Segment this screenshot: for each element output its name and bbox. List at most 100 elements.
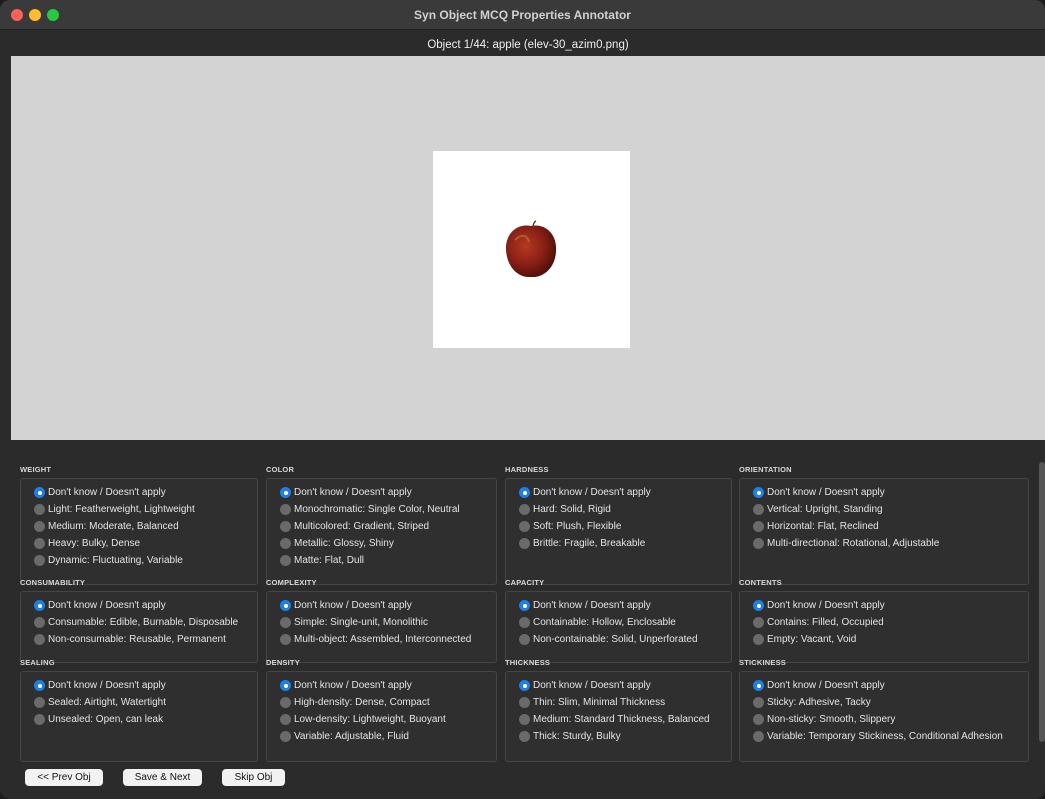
radio-selected-icon[interactable]	[34, 680, 45, 691]
skip-object-button[interactable]: Skip Obj	[222, 769, 285, 786]
radio-option[interactable]: Multi-object: Assembled, Interconnected	[280, 631, 490, 648]
radio-selected-icon[interactable]	[280, 600, 291, 611]
radio-option[interactable]: Thick: Sturdy, Bulky	[519, 728, 725, 745]
radio-unselected-icon[interactable]	[753, 504, 764, 515]
image-viewer	[11, 56, 1045, 440]
radio-option[interactable]: Brittle: Fragile, Breakable	[519, 535, 725, 552]
radio-option[interactable]: Sealed: Airtight, Watertight	[34, 694, 251, 711]
radio-option[interactable]: Don't know / Doesn't apply	[753, 597, 1022, 614]
radio-selected-icon[interactable]	[753, 680, 764, 691]
radio-selected-icon[interactable]	[753, 600, 764, 611]
radio-option[interactable]: Empty: Vacant, Void	[753, 631, 1022, 648]
radio-option[interactable]: Sticky: Adhesive, Tacky	[753, 694, 1022, 711]
radio-unselected-icon[interactable]	[34, 521, 45, 532]
radio-unselected-icon[interactable]	[519, 538, 530, 549]
radio-option[interactable]: Soft: Plush, Flexible	[519, 518, 725, 535]
radio-option[interactable]: Non-containable: Solid, Unperforated	[519, 631, 725, 648]
radio-unselected-icon[interactable]	[753, 617, 764, 628]
radio-option[interactable]: Don't know / Doesn't apply	[519, 677, 725, 694]
radio-unselected-icon[interactable]	[519, 617, 530, 628]
radio-unselected-icon[interactable]	[280, 697, 291, 708]
radio-unselected-icon[interactable]	[34, 714, 45, 725]
radio-option[interactable]: Consumable: Edible, Burnable, Disposable	[34, 614, 251, 631]
radio-unselected-icon[interactable]	[34, 538, 45, 549]
radio-option[interactable]: Contains: Filled, Occupied	[753, 614, 1022, 631]
radio-option[interactable]: Don't know / Doesn't apply	[280, 484, 490, 501]
radio-option[interactable]: Don't know / Doesn't apply	[34, 484, 251, 501]
save-next-button[interactable]: Save & Next	[123, 769, 202, 786]
radio-unselected-icon[interactable]	[34, 555, 45, 566]
radio-unselected-icon[interactable]	[753, 538, 764, 549]
radio-unselected-icon[interactable]	[280, 634, 291, 645]
radio-label: Thick: Sturdy, Bulky	[533, 731, 621, 742]
group-stickiness: STICKINESS Don't know / Doesn't apply Sti…	[739, 657, 1029, 762]
radio-option[interactable]: Low-density: Lightweight, Buoyant	[280, 711, 490, 728]
radio-unselected-icon[interactable]	[753, 634, 764, 645]
radio-option[interactable]: Don't know / Doesn't apply	[34, 677, 251, 694]
radio-option[interactable]: Don't know / Doesn't apply	[753, 677, 1022, 694]
radio-option[interactable]: Heavy: Bulky, Dense	[34, 535, 251, 552]
radio-option[interactable]: Unsealed: Open, can leak	[34, 711, 251, 728]
radio-unselected-icon[interactable]	[519, 714, 530, 725]
radio-unselected-icon[interactable]	[34, 634, 45, 645]
radio-option[interactable]: Non-sticky: Smooth, Slippery	[753, 711, 1022, 728]
radio-selected-icon[interactable]	[519, 680, 530, 691]
options-box: Don't know / Doesn't apply Containable: H…	[505, 591, 732, 663]
radio-option[interactable]: Don't know / Doesn't apply	[280, 677, 490, 694]
radio-option[interactable]: Simple: Single-unit, Monolithic	[280, 614, 490, 631]
radio-unselected-icon[interactable]	[280, 731, 291, 742]
radio-option[interactable]: Light: Featherweight, Lightweight	[34, 501, 251, 518]
radio-option[interactable]: Hard: Solid, Rigid	[519, 501, 725, 518]
radio-option[interactable]: Don't know / Doesn't apply	[519, 484, 725, 501]
radio-option[interactable]: Medium: Moderate, Balanced	[34, 518, 251, 535]
vertical-scrollbar[interactable]	[1039, 462, 1045, 742]
radio-label: Unsealed: Open, can leak	[48, 714, 164, 725]
radio-unselected-icon[interactable]	[280, 555, 291, 566]
radio-selected-icon[interactable]	[34, 487, 45, 498]
radio-option[interactable]: Multicolored: Gradient, Striped	[280, 518, 490, 535]
radio-unselected-icon[interactable]	[519, 521, 530, 532]
radio-unselected-icon[interactable]	[280, 617, 291, 628]
radio-option[interactable]: Monochromatic: Single Color, Neutral	[280, 501, 490, 518]
radio-unselected-icon[interactable]	[519, 504, 530, 515]
radio-label: Variable: Adjustable, Fluid	[294, 731, 409, 742]
radio-selected-icon[interactable]	[34, 600, 45, 611]
radio-selected-icon[interactable]	[519, 600, 530, 611]
radio-unselected-icon[interactable]	[34, 617, 45, 628]
radio-selected-icon[interactable]	[280, 680, 291, 691]
radio-option[interactable]: Metallic: Glossy, Shiny	[280, 535, 490, 552]
radio-option[interactable]: Don't know / Doesn't apply	[280, 597, 490, 614]
radio-option[interactable]: Thin: Slim, Minimal Thickness	[519, 694, 725, 711]
radio-option[interactable]: Variable: Temporary Stickiness, Conditio…	[753, 728, 1022, 745]
radio-unselected-icon[interactable]	[34, 504, 45, 515]
radio-unselected-icon[interactable]	[280, 521, 291, 532]
radio-option[interactable]: Matte: Flat, Dull	[280, 552, 490, 569]
radio-selected-icon[interactable]	[753, 487, 764, 498]
radio-option[interactable]: Horizontal: Flat, Reclined	[753, 518, 1022, 535]
radio-option[interactable]: Don't know / Doesn't apply	[753, 484, 1022, 501]
radio-unselected-icon[interactable]	[519, 731, 530, 742]
radio-unselected-icon[interactable]	[753, 697, 764, 708]
radio-option[interactable]: Non-consumable: Reusable, Permanent	[34, 631, 251, 648]
radio-unselected-icon[interactable]	[280, 538, 291, 549]
radio-unselected-icon[interactable]	[34, 697, 45, 708]
radio-unselected-icon[interactable]	[280, 504, 291, 515]
radio-unselected-icon[interactable]	[519, 634, 530, 645]
radio-option[interactable]: Containable: Hollow, Enclosable	[519, 614, 725, 631]
radio-unselected-icon[interactable]	[753, 731, 764, 742]
radio-unselected-icon[interactable]	[753, 521, 764, 532]
radio-option[interactable]: Medium: Standard Thickness, Balanced	[519, 711, 725, 728]
radio-option[interactable]: Multi-directional: Rotational, Adjustabl…	[753, 535, 1022, 552]
radio-option[interactable]: Variable: Adjustable, Fluid	[280, 728, 490, 745]
radio-option[interactable]: Vertical: Upright, Standing	[753, 501, 1022, 518]
radio-unselected-icon[interactable]	[753, 714, 764, 725]
prev-object-button[interactable]: << Prev Obj	[25, 769, 103, 786]
radio-option[interactable]: Don't know / Doesn't apply	[34, 597, 251, 614]
radio-unselected-icon[interactable]	[280, 714, 291, 725]
radio-selected-icon[interactable]	[519, 487, 530, 498]
radio-option[interactable]: Dynamic: Fluctuating, Variable	[34, 552, 251, 569]
radio-option[interactable]: Don't know / Doesn't apply	[519, 597, 725, 614]
radio-unselected-icon[interactable]	[519, 697, 530, 708]
radio-selected-icon[interactable]	[280, 487, 291, 498]
radio-option[interactable]: High-density: Dense, Compact	[280, 694, 490, 711]
